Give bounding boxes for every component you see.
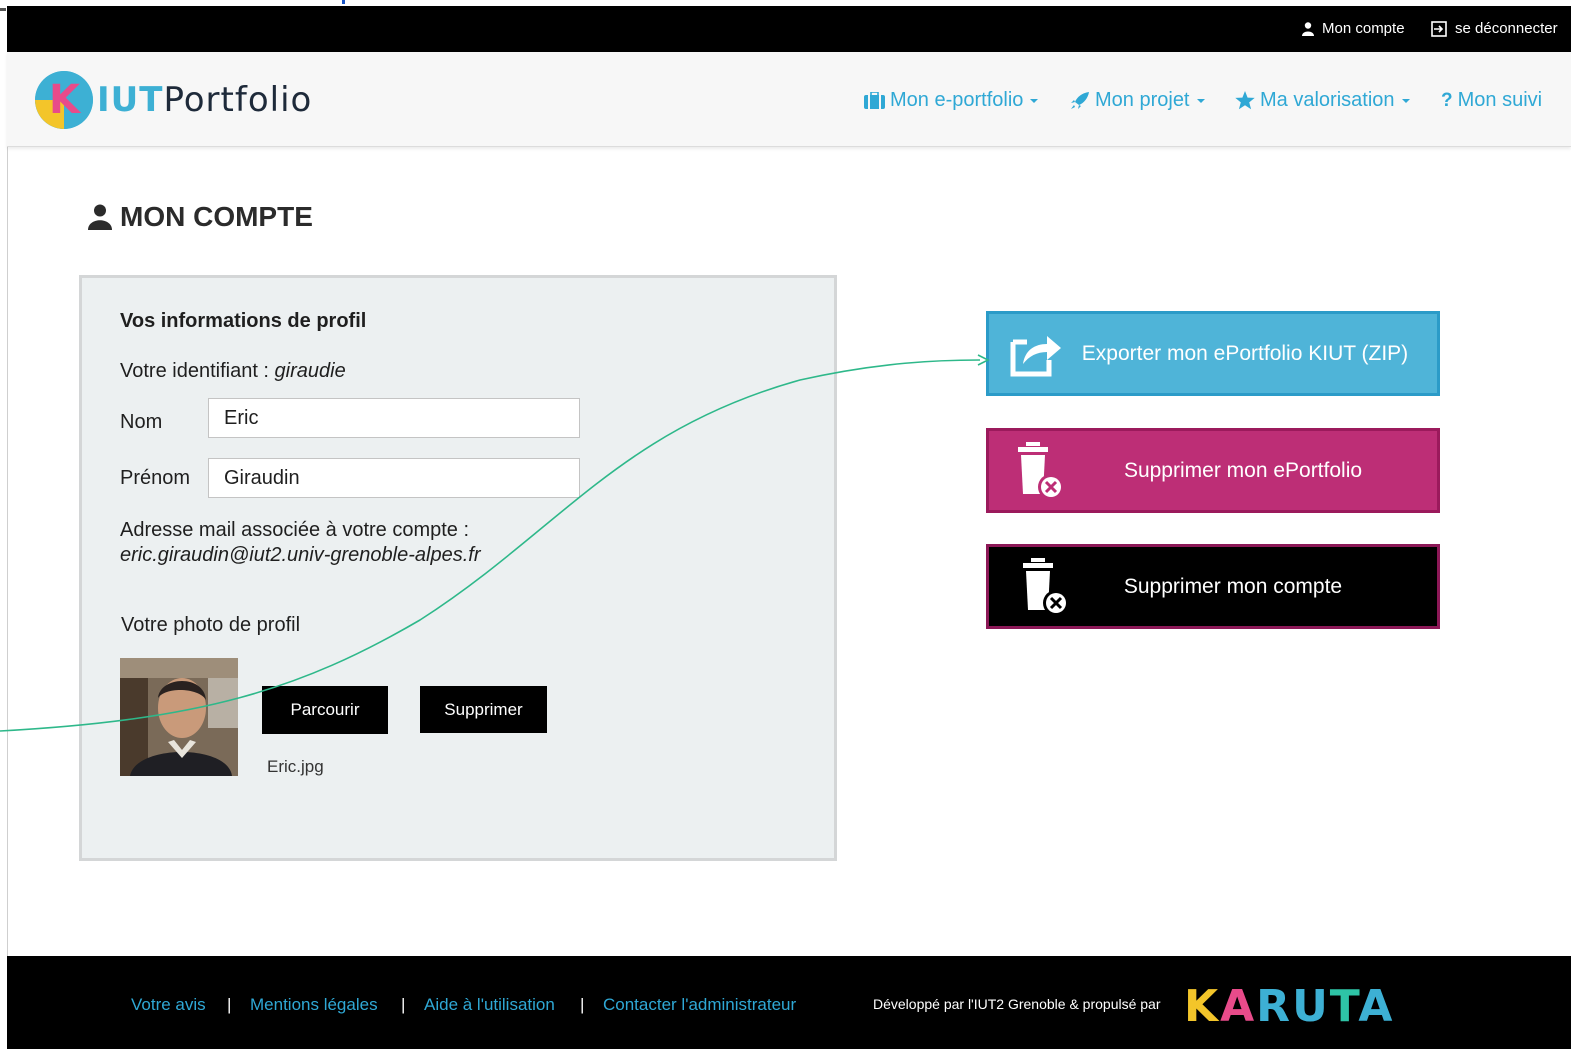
nav-valorisation[interactable]: Ma valorisation: [1235, 89, 1410, 112]
identifier-label: Votre identifiant :: [120, 360, 275, 382]
karuta-logo-text: KARUTA: [1184, 981, 1394, 1032]
user-icon: [1302, 21, 1314, 36]
edge-tick: [342, 0, 345, 4]
karuta-letter: U: [1292, 981, 1330, 1032]
delete-account-button[interactable]: Supprimer mon compte: [986, 544, 1440, 629]
footer-link-mentions[interactable]: Mentions légales: [250, 995, 378, 1015]
navbar: K IUTPortfolio Mon e-portfolio Mon proje…: [7, 52, 1571, 147]
nom-field[interactable]: Eric: [208, 398, 580, 438]
nav-projet-label: Mon projet: [1095, 89, 1190, 111]
star-icon: [1235, 91, 1255, 110]
footer-link-avis[interactable]: Votre avis: [131, 995, 206, 1015]
sign-out-icon: [1431, 20, 1447, 37]
footer: Votre avis | Mentions légales | Aide à l…: [7, 956, 1571, 1049]
karuta-logo[interactable]: KARUTA: [1184, 982, 1394, 1032]
photo-label: Votre photo de profil: [121, 614, 301, 636]
footer-separator: |: [580, 995, 585, 1014]
top-bar: Mon compte se déconnecter: [7, 6, 1571, 52]
prenom-field[interactable]: Giraudin: [208, 458, 580, 498]
logo-text: IUTPortfolio: [97, 80, 312, 120]
nav-suivi-label: Mon suivi: [1457, 89, 1543, 111]
profile-photo-art: [120, 658, 238, 776]
mail-value: eric.giraudin@iut2.univ-grenoble-alpes.f…: [120, 544, 481, 566]
question-icon: ?: [1441, 89, 1453, 111]
account-link-label: Mon compte: [1322, 20, 1405, 37]
footer-separator: |: [227, 995, 232, 1014]
rocket-icon: [1071, 91, 1089, 109]
logo-k: K: [49, 77, 80, 123]
footer-link-contact[interactable]: Contacter l'administrateur: [603, 995, 796, 1015]
kiut-portfolio-logo[interactable]: K IUTPortfolio: [35, 71, 312, 129]
nav-eportfolio-label: Mon e-portfolio: [890, 89, 1024, 111]
identifier-line: Votre identifiant : giraudie: [120, 360, 346, 383]
logout-link[interactable]: se déconnecter: [1431, 20, 1558, 37]
edge-mark: [0, 8, 6, 11]
logo-iut: IUT: [97, 80, 164, 120]
footer-separator: |: [401, 995, 406, 1014]
logo-portfolio: Portfolio: [163, 80, 313, 120]
browse-button[interactable]: Parcourir: [262, 686, 388, 734]
page-title-text: MON COMPTE: [120, 201, 313, 232]
page-title: MON COMPTE: [88, 201, 313, 233]
export-portfolio-label: Exporter mon ePortfolio KIUT (ZIP): [1081, 341, 1409, 365]
profile-photo: [120, 658, 238, 776]
briefcase-icon: [864, 92, 885, 109]
delete-photo-button[interactable]: Supprimer: [420, 686, 547, 733]
karuta-letter: A: [1220, 981, 1257, 1032]
logout-link-label: se déconnecter: [1455, 20, 1558, 37]
profile-section-title: Vos informations de profil: [120, 310, 367, 332]
delete-account-label: Supprimer mon compte: [1123, 574, 1343, 598]
karuta-letter: A: [1358, 981, 1395, 1032]
delete-portfolio-label: Supprimer mon ePortfolio: [1123, 458, 1363, 482]
chevron-down-icon: [1030, 98, 1039, 103]
chevron-down-icon: [1196, 98, 1205, 103]
user-icon: [88, 204, 112, 230]
profile-panel: Vos informations de profil Votre identif…: [79, 275, 837, 861]
nav-projet[interactable]: Mon projet: [1070, 89, 1205, 112]
logo-circle: K: [35, 71, 93, 129]
nav-valorisation-label: Ma valorisation: [1260, 89, 1395, 111]
delete-portfolio-button[interactable]: Supprimer mon ePortfolio: [986, 428, 1440, 513]
photo-filename: Eric.jpg: [267, 757, 324, 776]
karuta-letter: R: [1256, 981, 1293, 1032]
chevron-down-icon: [1401, 98, 1410, 103]
nav-suivi[interactable]: ? Mon suivi: [1441, 89, 1542, 112]
export-portfolio-button[interactable]: Exporter mon ePortfolio KIUT (ZIP): [986, 311, 1440, 396]
karuta-letter: T: [1329, 981, 1359, 1032]
identifier-value: giraudie: [274, 360, 346, 382]
karuta-letter: K: [1184, 981, 1221, 1032]
mail-label: Adresse mail associée à votre compte :: [120, 519, 470, 541]
footer-developed-by: Développé par l'IUT2 Grenoble & propulsé…: [873, 996, 1161, 1012]
prenom-label: Prénom: [120, 467, 191, 489]
nav-eportfolio[interactable]: Mon e-portfolio: [864, 89, 1039, 112]
footer-link-aide[interactable]: Aide à l'utilisation: [424, 995, 555, 1015]
nom-label: Nom: [120, 411, 163, 433]
account-link[interactable]: Mon compte: [1302, 20, 1405, 37]
